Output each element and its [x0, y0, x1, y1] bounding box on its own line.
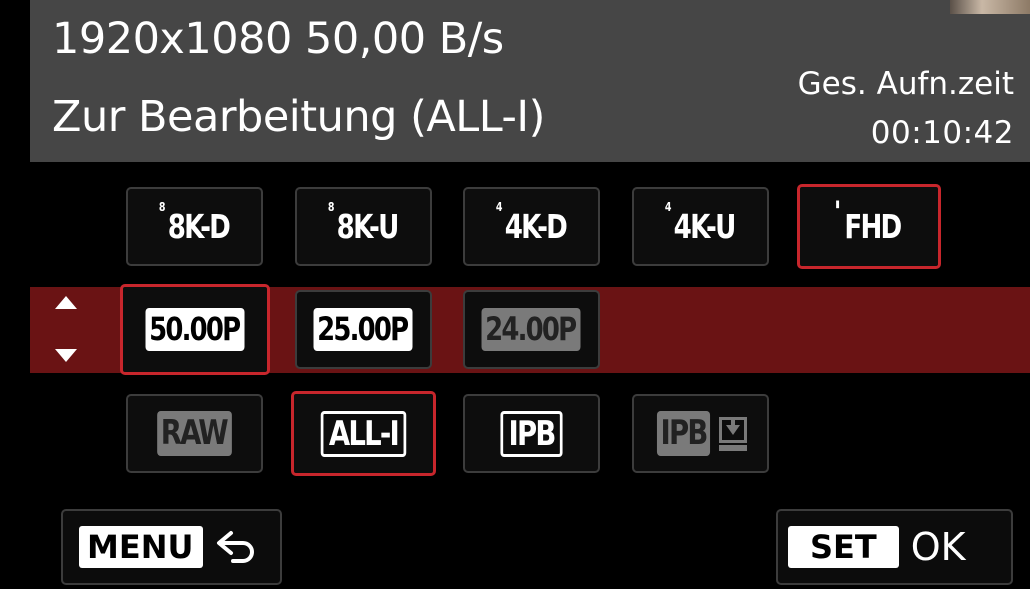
codec-raw-label: RAW [156, 411, 233, 456]
return-arrow-icon [217, 531, 255, 563]
resolution-8k-u-icon: 8 8K-U [327, 200, 399, 246]
scroll-up-arrow-icon[interactable] [55, 296, 77, 309]
frame-rate-50p-button[interactable]: 50.00P [120, 284, 270, 375]
codec-ipb-light-button[interactable]: IPB [632, 394, 769, 473]
info-header: 1920x1080 50,00 B/s Zur Bearbeitung (ALL… [30, 0, 1030, 162]
resolution-4k-u-icon: 4 4K-U [664, 200, 736, 246]
resolution-fhd-button[interactable]: ▮ FHD [797, 184, 941, 269]
codec-ipb-button[interactable]: IPB [463, 394, 600, 473]
compression-text: Zur Bearbeitung (ALL-I) [52, 92, 545, 142]
resolution-4k-d-button[interactable]: 4 4K-D [463, 187, 600, 266]
resolution-4k-u-button[interactable]: 4 4K-U [632, 187, 769, 266]
codec-all-i-button[interactable]: ALL-I [291, 391, 436, 476]
frame-rate-50p-label: 50.00P [145, 308, 245, 351]
rec-time-label: Ges. Aufn.zeit [797, 66, 1014, 102]
codec-ipb-label: IPB [500, 410, 563, 457]
set-ok-button[interactable]: SET OK [776, 509, 1013, 585]
resolution-8k-d-button[interactable]: 8 8K-D [126, 187, 263, 266]
codec-raw-button[interactable]: RAW [126, 394, 263, 473]
rec-time-value: 00:10:42 [870, 115, 1014, 151]
video-format-text: 1920x1080 50,00 B/s [52, 14, 504, 64]
frame-rate-25p-label: 25.00P [313, 308, 414, 351]
resolution-8k-u-button[interactable]: 8 8K-U [295, 187, 432, 266]
codec-all-i-label: ALL-I [320, 410, 407, 457]
menu-label: MENU [79, 526, 204, 568]
menu-back-button[interactable]: MENU [61, 509, 282, 585]
ok-label: OK [910, 525, 966, 569]
frame-rate-24p-label: 24.00P [481, 308, 582, 351]
scroll-down-arrow-icon[interactable] [55, 349, 77, 362]
download-icon [719, 416, 748, 451]
frame-rate-25p-button[interactable]: 25.00P [295, 290, 432, 369]
resolution-fhd-icon: ▮ FHD [835, 199, 903, 246]
resolution-8k-d-icon: 8 8K-D [158, 200, 231, 246]
codec-ipb-light-label: IPB [656, 411, 711, 456]
set-label: SET [788, 526, 899, 568]
frame-rate-24p-button[interactable]: 24.00P [463, 290, 600, 369]
corner-thumbnail [950, 0, 1030, 14]
resolution-4k-d-icon: 4 4K-D [495, 200, 568, 246]
